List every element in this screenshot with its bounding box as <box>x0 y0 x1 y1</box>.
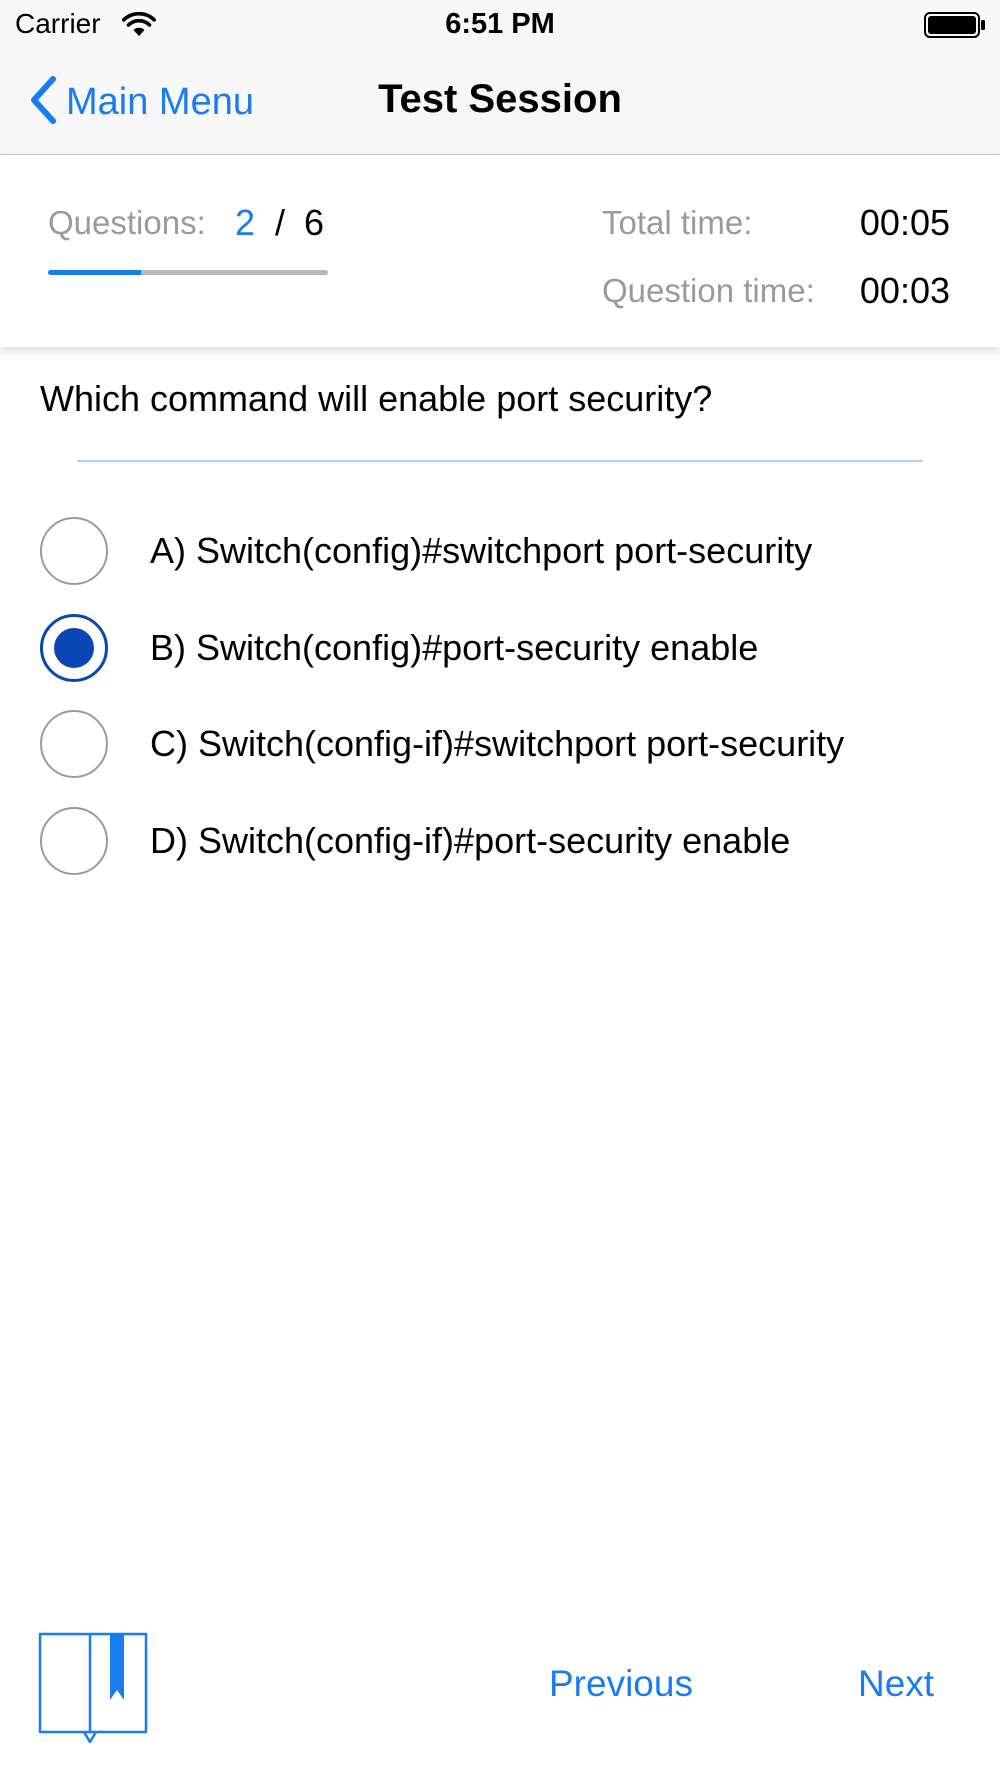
radio-button-a[interactable] <box>40 517 108 585</box>
bookmark-book-icon <box>38 1632 148 1747</box>
answer-option-label: C) Switch(config-if)#switchport port-sec… <box>150 723 845 764</box>
bookmark-button[interactable] <box>38 1628 148 1744</box>
total-time-value: 00:05 <box>859 202 950 243</box>
answer-option-a[interactable]: A) Switch(config)#switchport port-securi… <box>40 516 980 586</box>
question-divider <box>77 460 923 462</box>
question-separator: / <box>275 202 286 243</box>
question-progress-fill <box>48 270 142 275</box>
clock-label: 6:51 PM <box>445 8 555 40</box>
next-button[interactable]: Next <box>858 1663 934 1705</box>
question-time-label: Question time: <box>602 272 815 309</box>
answer-option-label: B) Switch(config)#port-security enable <box>150 627 759 668</box>
total-time-label: Total time: <box>602 204 753 241</box>
current-question-number: 2 <box>235 202 256 243</box>
questions-label: Questions: <box>48 204 206 241</box>
answer-option-c[interactable]: C) Switch(config-if)#switchport port-sec… <box>40 709 980 779</box>
question-text: Which command will enable port security? <box>40 378 713 419</box>
radio-button-b[interactable] <box>40 614 108 682</box>
total-questions-number: 6 <box>304 202 325 243</box>
radio-button-c[interactable] <box>40 710 108 778</box>
question-progress-bar <box>48 270 328 275</box>
navigation-bar: Main Menu Test Session <box>0 50 1000 155</box>
answer-option-d[interactable]: D) Switch(config-if)#port-security enabl… <box>40 806 980 876</box>
radio-button-d[interactable] <box>40 807 108 875</box>
question-time-value: 00:03 <box>859 270 950 311</box>
battery-icon <box>924 12 986 43</box>
status-bar: Carrier 6:51 PM <box>0 0 1000 50</box>
session-info-card: Questions: 2 / 6 Total time: 00:05 Quest… <box>0 156 1000 347</box>
previous-button[interactable]: Previous <box>549 1663 693 1705</box>
answer-option-b[interactable]: B) Switch(config)#port-security enable <box>40 613 980 683</box>
answer-option-label: D) Switch(config-if)#port-security enabl… <box>150 820 791 861</box>
page-title: Test Session <box>378 77 622 121</box>
answer-option-label: A) Switch(config)#switchport port-securi… <box>150 530 813 571</box>
